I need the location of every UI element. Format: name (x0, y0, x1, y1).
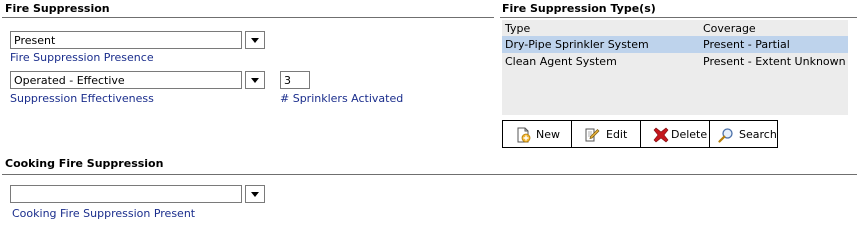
edit-button[interactable]: Edit (571, 120, 641, 148)
grid-header: Type Coverage (502, 20, 848, 35)
select-value: Present (14, 34, 56, 47)
sprinklers-activated-input[interactable]: 3 (280, 71, 310, 89)
search-button[interactable]: Search (709, 120, 778, 148)
section-divider (2, 17, 494, 18)
edit-button-label: Edit (606, 128, 628, 141)
chevron-down-icon[interactable] (245, 71, 265, 89)
section-title-suppression-types: Fire Suppression Type(s) (502, 2, 656, 15)
search-magnifier-icon (718, 128, 733, 143)
suppression-effectiveness-select[interactable]: Operated - Effective (10, 71, 242, 89)
table-row[interactable]: Clean Agent System Present - Extent Unkn… (502, 53, 848, 70)
delete-button-label: Delete (671, 128, 708, 141)
chevron-down-icon[interactable] (245, 31, 265, 49)
table-row[interactable]: Dry-Pipe Sprinkler System Present - Part… (502, 36, 848, 53)
grid-toolbar: New Edit Delete Search (502, 120, 778, 148)
delete-button[interactable]: Delete (640, 120, 710, 148)
delete-x-icon (653, 127, 669, 143)
new-button-label: New (536, 128, 560, 141)
column-header-coverage[interactable]: Coverage (703, 22, 756, 35)
cell-coverage: Present - Partial (703, 38, 790, 51)
new-button[interactable]: New (502, 120, 572, 148)
input-value: 3 (284, 74, 291, 87)
cooking-fire-suppression-select[interactable] (10, 185, 242, 203)
section-divider (500, 17, 857, 18)
select-value: Operated - Effective (14, 74, 125, 87)
suppression-effectiveness-label: Suppression Effectiveness (10, 92, 154, 105)
column-header-type[interactable]: Type (505, 22, 530, 35)
chevron-down-icon[interactable] (245, 185, 265, 203)
new-document-icon (517, 127, 531, 143)
cooking-fire-suppression-label: Cooking Fire Suppression Present (12, 207, 196, 220)
section-title-fire-suppression: Fire Suppression (5, 2, 110, 15)
fire-suppression-presence-label: Fire Suppression Presence (10, 51, 154, 64)
fire-suppression-presence-select[interactable]: Present (10, 31, 242, 49)
cell-type: Clean Agent System (505, 55, 617, 68)
sprinklers-activated-label: # Sprinklers Activated (280, 92, 404, 105)
search-button-label: Search (739, 128, 777, 141)
edit-pencil-icon (585, 128, 600, 142)
section-divider (2, 174, 857, 175)
cell-coverage: Present - Extent Unknown (703, 55, 846, 68)
section-title-cooking-fire-suppression: Cooking Fire Suppression (5, 157, 164, 170)
cell-type: Dry-Pipe Sprinkler System (505, 38, 649, 51)
